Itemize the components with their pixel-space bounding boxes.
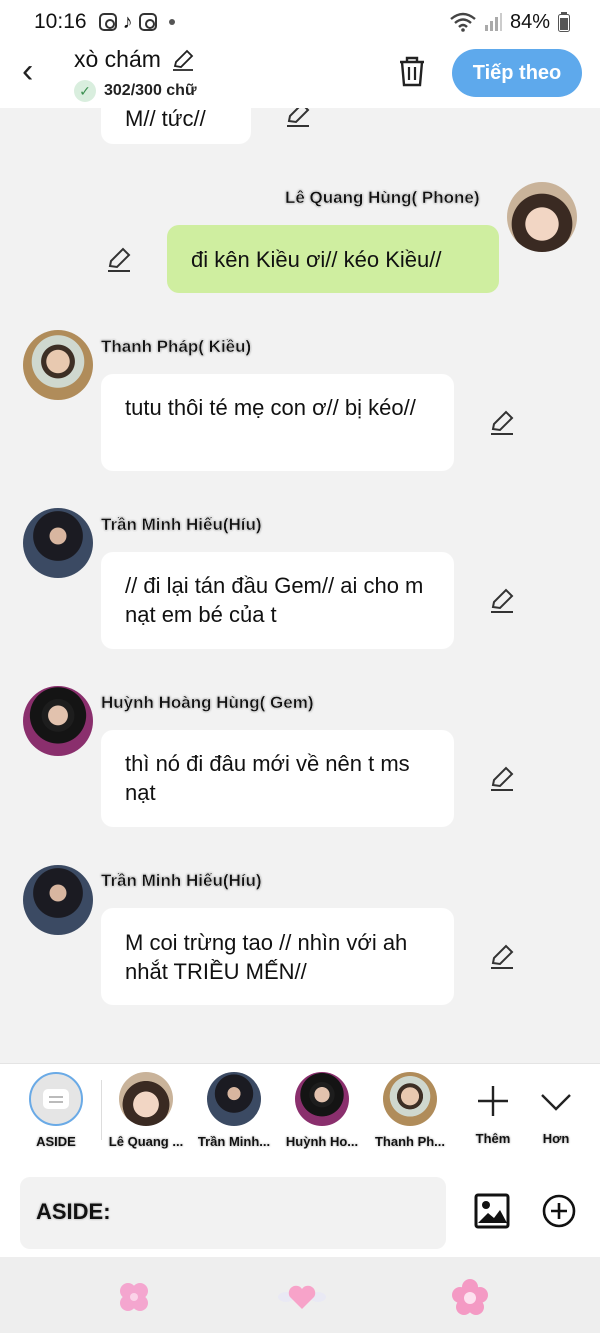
next-button[interactable]: Tiếp theo (452, 49, 582, 97)
edit-message-icon[interactable] (488, 942, 516, 970)
avatar (23, 686, 93, 756)
winged-heart-sticker-icon[interactable] (278, 1277, 326, 1317)
character-label: ASIDE (36, 1134, 76, 1149)
sender-name: Lê Quang Hùng( Phone) (285, 188, 480, 207)
message-input[interactable]: ASIDE: (20, 1177, 446, 1249)
character-item[interactable]: Thanh Ph... (367, 1072, 453, 1149)
message-bubble[interactable]: // đi lại tán đầu Gem// ai cho m nạt em … (101, 552, 454, 649)
character-aside[interactable]: ASIDE (13, 1072, 99, 1149)
check-icon: ✓ (74, 80, 96, 102)
avatar (23, 865, 93, 935)
avatar (207, 1072, 261, 1126)
sender-name: Trần Minh Hiếu(Híu) (101, 515, 262, 534)
sticker-bar (0, 1257, 600, 1333)
message-bubble[interactable]: M// tức// (101, 108, 251, 144)
character-label: Huỳnh Ho... (285, 1134, 359, 1149)
add-circle-icon[interactable] (542, 1194, 576, 1228)
avatar (119, 1072, 173, 1126)
chevron-down-icon (541, 1094, 571, 1111)
notification-dot (168, 19, 175, 25)
story-header: ‹ xò chám ✓ 302/300 chữ Tiếp theo (0, 44, 600, 108)
avatar (383, 1072, 437, 1126)
avatar (295, 1072, 349, 1126)
avatar (23, 330, 93, 400)
image-icon[interactable] (474, 1193, 510, 1229)
battery-percent: 84% (509, 10, 550, 33)
character-label: Thanh Ph... (374, 1134, 446, 1149)
sender-name: Huỳnh Hoàng Hùng( Gem) (101, 693, 314, 712)
aside-avatar (29, 1072, 83, 1126)
story-title: xò chám (74, 46, 161, 72)
chat-area: M// tức// Lê Quang Hùng( Phone) đi kên K… (0, 108, 600, 1063)
divider (101, 1080, 102, 1140)
signal-icon (484, 13, 502, 31)
message-bubble[interactable]: đi kên Kiều ơi// kéo Kiều// (167, 225, 499, 293)
tiktok-icon: ♪ (122, 10, 133, 33)
flower-sticker-icon[interactable] (450, 1277, 490, 1317)
back-button[interactable]: ‹ (22, 54, 52, 90)
character-label: Lê Quang ... (108, 1134, 184, 1149)
message-bubble[interactable]: M coi trừng tao // nhìn với ah nhắt TRIỀ… (101, 908, 454, 1005)
battery-icon (558, 12, 570, 32)
instagram-icon (98, 13, 117, 31)
edit-message-icon[interactable] (284, 108, 312, 128)
page-title: xò chám (74, 46, 195, 73)
character-item[interactable]: Trần Minh... (191, 1072, 277, 1149)
sender-name: Thanh Pháp( Kiều) (101, 337, 252, 356)
composer: ASIDE: (0, 1167, 600, 1257)
plus-icon (478, 1086, 508, 1116)
status-bar: 10:16 ♪ 84% (0, 0, 600, 44)
avatar (507, 182, 577, 252)
more-button[interactable]: Hơn (516, 1072, 596, 1146)
word-count: ✓ 302/300 chữ (74, 80, 197, 102)
instagram-icon (138, 13, 157, 31)
chat-bubble-icon (43, 1089, 69, 1109)
edit-title-icon[interactable] (171, 48, 195, 72)
message-bubble[interactable]: tutu thôi té mẹ con ơ// bị kéo// (101, 374, 454, 471)
edit-message-icon[interactable] (488, 408, 516, 436)
sender-name: Trần Minh Hiếu(Híu) (101, 871, 262, 890)
message-bubble[interactable]: thì nó đi đâu mới về nên t ms nạt (101, 730, 454, 827)
edit-message-icon[interactable] (488, 764, 516, 792)
character-item[interactable]: Lê Quang ... (103, 1072, 189, 1149)
trash-icon[interactable] (396, 54, 428, 88)
wifi-icon (450, 12, 476, 32)
word-count-text: 302/300 chữ (104, 82, 197, 99)
character-item[interactable]: Huỳnh Ho... (279, 1072, 365, 1149)
character-selector: ASIDE Lê Quang ... Trần Minh... Huỳnh Ho… (0, 1063, 600, 1167)
more-label: Hơn (542, 1131, 570, 1146)
character-label: Trần Minh... (197, 1134, 271, 1149)
edit-message-icon[interactable] (105, 245, 133, 273)
edit-message-icon[interactable] (488, 586, 516, 614)
status-time: 10:16 (34, 10, 87, 33)
clover-sticker-icon[interactable] (114, 1277, 154, 1317)
avatar (23, 508, 93, 578)
